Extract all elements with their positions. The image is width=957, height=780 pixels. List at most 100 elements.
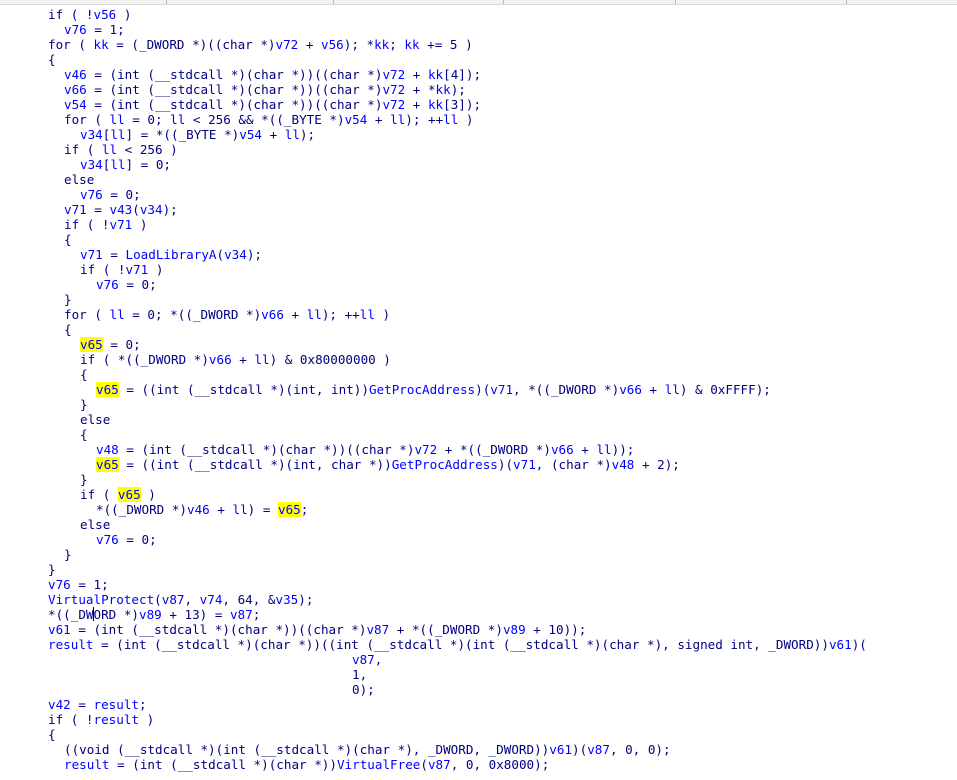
code-token[interactable]: ll bbox=[665, 382, 680, 397]
code-line[interactable]: { bbox=[48, 727, 56, 742]
code-line[interactable]: { bbox=[64, 232, 72, 247]
code-line[interactable]: ((void (__stdcall *)(int (__stdcall *)(c… bbox=[64, 742, 671, 757]
code-token[interactable]: = 1; bbox=[71, 577, 108, 592]
code-token[interactable]: + bbox=[405, 97, 428, 112]
code-token[interactable]: ll bbox=[285, 127, 300, 142]
code-token[interactable]: v42 bbox=[48, 697, 71, 712]
code-token[interactable]: ); * bbox=[344, 37, 374, 52]
code-token[interactable]: v34 bbox=[224, 247, 247, 262]
code-token[interactable]: + bbox=[284, 307, 307, 322]
code-line[interactable]: v76 = 0; bbox=[96, 532, 157, 547]
code-token[interactable]: VirtualProtect bbox=[48, 592, 154, 607]
code-token[interactable]: v87 bbox=[162, 592, 185, 607]
code-token[interactable]: v46 bbox=[187, 502, 210, 517]
code-token[interactable]: { bbox=[48, 727, 56, 742]
code-line[interactable]: v87, bbox=[352, 652, 382, 667]
code-token[interactable]: v87 bbox=[587, 742, 610, 757]
code-token[interactable]: )( bbox=[852, 637, 867, 652]
code-token[interactable]: ll bbox=[307, 307, 322, 322]
code-token[interactable]: < 256 ) bbox=[117, 142, 178, 157]
code-line[interactable]: { bbox=[80, 427, 88, 442]
code-line[interactable]: for ( ll = 0; ll < 256 && *((_BYTE *)v54… bbox=[64, 112, 474, 127]
code-token[interactable]: )( bbox=[498, 457, 513, 472]
code-token[interactable]: v61 bbox=[549, 742, 572, 757]
code-line[interactable]: *((_DWORD *)v89 + 13) = v87; bbox=[48, 607, 260, 622]
code-line[interactable]: result = (int (__stdcall *)(char *))((in… bbox=[48, 637, 867, 652]
code-token[interactable]: ) & 0x80000000 ) bbox=[270, 352, 391, 367]
code-token[interactable]: = (int (__stdcall *)(char *))((char *) bbox=[87, 82, 382, 97]
pseudocode-view[interactable]: if ( !v56 ) v76 = 1; for ( kk = (_DWORD *)… bbox=[0, 5, 957, 780]
code-token[interactable]: = (int (__stdcall *)(char *))((char *) bbox=[87, 67, 382, 82]
code-token[interactable]: if ( ! bbox=[80, 262, 126, 277]
code-token[interactable]: result bbox=[64, 757, 110, 772]
code-token[interactable]: ) bbox=[116, 7, 132, 22]
code-line[interactable]: 1, bbox=[352, 667, 367, 682]
code-token[interactable]: v56 bbox=[94, 7, 117, 22]
code-token[interactable]: ); bbox=[298, 592, 313, 607]
code-token[interactable]: if ( ! bbox=[48, 7, 94, 22]
code-line[interactable]: for ( ll = 0; *((_DWORD *)v66 + ll); ++l… bbox=[64, 307, 390, 322]
code-token[interactable]: result bbox=[94, 697, 140, 712]
code-token[interactable]: v72 bbox=[382, 67, 405, 82]
code-token[interactable]: + *((_DWORD *) bbox=[437, 442, 551, 457]
code-token[interactable]: kk bbox=[94, 37, 109, 52]
code-token[interactable]: v74 bbox=[200, 592, 223, 607]
highlighted-token[interactable]: v65 bbox=[80, 337, 103, 352]
code-token[interactable]: kk bbox=[374, 37, 389, 52]
code-line[interactable]: v66 = (int (__stdcall *)(char *))((char … bbox=[64, 82, 466, 97]
code-token[interactable]: )( bbox=[572, 742, 587, 757]
code-token[interactable]: } bbox=[80, 472, 88, 487]
code-token[interactable]: + *((_DWORD *) bbox=[389, 622, 503, 637]
code-token[interactable]: = (int (__stdcall *)(char *))((char *) bbox=[71, 622, 366, 637]
code-token[interactable]: ll bbox=[110, 112, 125, 127]
code-token[interactable]: *((_DWORD *) bbox=[96, 502, 187, 517]
code-token[interactable]: ( bbox=[154, 592, 162, 607]
code-token[interactable]: = (_DWORD *)((char *) bbox=[109, 37, 275, 52]
code-token[interactable]: VirtualFree bbox=[337, 757, 420, 772]
code-token[interactable]: kk bbox=[428, 97, 443, 112]
code-token[interactable]: v46 bbox=[64, 67, 87, 82]
code-token[interactable]: += 5 ) bbox=[420, 37, 473, 52]
code-line[interactable]: v76 = 1; bbox=[48, 577, 109, 592]
code-line[interactable]: if ( !result ) bbox=[48, 712, 154, 727]
code-token[interactable]: ); bbox=[247, 247, 262, 262]
code-token[interactable]: ll bbox=[443, 112, 458, 127]
code-token[interactable]: if ( bbox=[64, 142, 102, 157]
code-line[interactable]: v65 = ((int (__stdcall *)(int, int))GetP… bbox=[96, 382, 771, 397]
code-token[interactable]: ll bbox=[102, 142, 117, 157]
code-token[interactable]: + 2); bbox=[634, 457, 680, 472]
code-token[interactable]: ) bbox=[139, 712, 155, 727]
code-token[interactable]: , 64, & bbox=[222, 592, 275, 607]
code-token[interactable]: 1, bbox=[352, 667, 367, 682]
code-token[interactable]: { bbox=[64, 232, 72, 247]
code-token[interactable]: v54 bbox=[64, 97, 87, 112]
code-token[interactable]: ); bbox=[163, 202, 178, 217]
code-token[interactable]: } bbox=[64, 547, 72, 562]
code-token[interactable]: if ( ! bbox=[64, 217, 110, 232]
code-token[interactable]: = 0; bbox=[119, 277, 156, 292]
code-line[interactable]: v46 = (int (__stdcall *)(char *))((char … bbox=[64, 67, 481, 82]
code-token[interactable]: if ( bbox=[80, 487, 118, 502]
code-token[interactable]: v87 bbox=[428, 757, 451, 772]
code-token[interactable]: ); bbox=[451, 82, 466, 97]
code-token[interactable]: ) bbox=[132, 217, 148, 232]
code-token[interactable]: 0); bbox=[352, 682, 375, 697]
code-token[interactable]: + 10)); bbox=[526, 622, 586, 637]
code-token[interactable]: v72 bbox=[275, 37, 298, 52]
code-token[interactable]: GetProcAddress bbox=[392, 457, 498, 472]
code-line[interactable]: VirtualProtect(v87, v74, 64, &v35); bbox=[48, 592, 313, 607]
code-token[interactable]: = bbox=[71, 697, 94, 712]
code-line[interactable]: for ( kk = (_DWORD *)((char *)v72 + v56)… bbox=[48, 37, 473, 52]
code-line[interactable]: if ( *((_DWORD *)v66 + ll) & 0x80000000 … bbox=[80, 352, 391, 367]
code-token[interactable]: ) & 0xFFFF); bbox=[680, 382, 771, 397]
code-line[interactable]: else bbox=[64, 172, 94, 187]
code-token[interactable]: = 1; bbox=[87, 22, 124, 37]
code-line[interactable]: if ( !v71 ) bbox=[80, 262, 163, 277]
code-token[interactable]: v66 bbox=[64, 82, 87, 97]
highlighted-token[interactable]: v65 bbox=[278, 502, 301, 517]
code-token[interactable]: = 0; bbox=[119, 532, 156, 547]
code-token[interactable]: } bbox=[64, 292, 72, 307]
code-token[interactable]: ( bbox=[217, 247, 225, 262]
code-token[interactable]: = (int (__stdcall *)(char *))((char *) bbox=[87, 97, 382, 112]
code-token[interactable]: kk bbox=[436, 82, 451, 97]
